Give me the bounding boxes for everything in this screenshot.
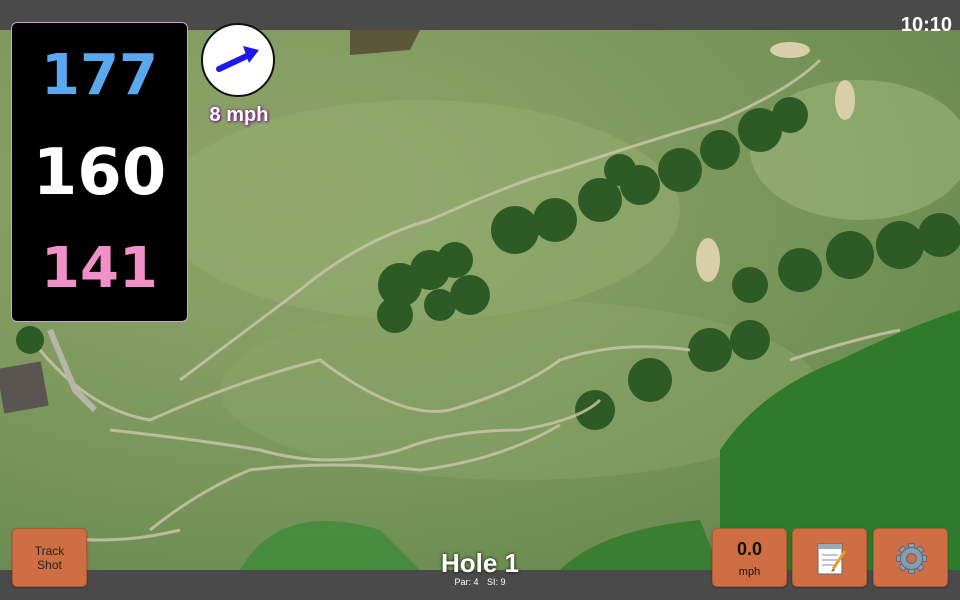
clock-time: 10:10 <box>900 14 952 36</box>
speed-button[interactable]: 0.0 mph <box>712 528 787 587</box>
track-shot-button[interactable]: Track Shot <box>12 528 87 587</box>
speed-unit: mph <box>738 566 761 578</box>
hole-par: Par: 4 <box>454 577 479 587</box>
wind-arrow-icon <box>216 46 259 72</box>
notes-button[interactable] <box>792 528 867 587</box>
wind-direction-dial <box>201 23 275 97</box>
speed-value: 0.0 <box>736 539 763 559</box>
settings-button[interactable] <box>873 528 948 587</box>
back-distance: 177 <box>41 43 158 108</box>
track-shot-label-line2: Shot <box>37 557 62 572</box>
notepad-icon <box>817 543 847 575</box>
hole-stroke-index: SI: 9 <box>487 577 506 587</box>
gear-icon <box>896 543 927 574</box>
wind-speed: 8 mph <box>209 104 269 126</box>
hole-title: Hole 1 <box>440 548 520 578</box>
hole-info: Par: 4 SI: 9 <box>380 577 580 587</box>
track-shot-label-line1: Track <box>34 543 65 558</box>
front-distance: 141 <box>41 236 158 301</box>
middle-distance: 160 <box>32 136 167 210</box>
distance-panel: 177 160 141 <box>11 22 188 322</box>
